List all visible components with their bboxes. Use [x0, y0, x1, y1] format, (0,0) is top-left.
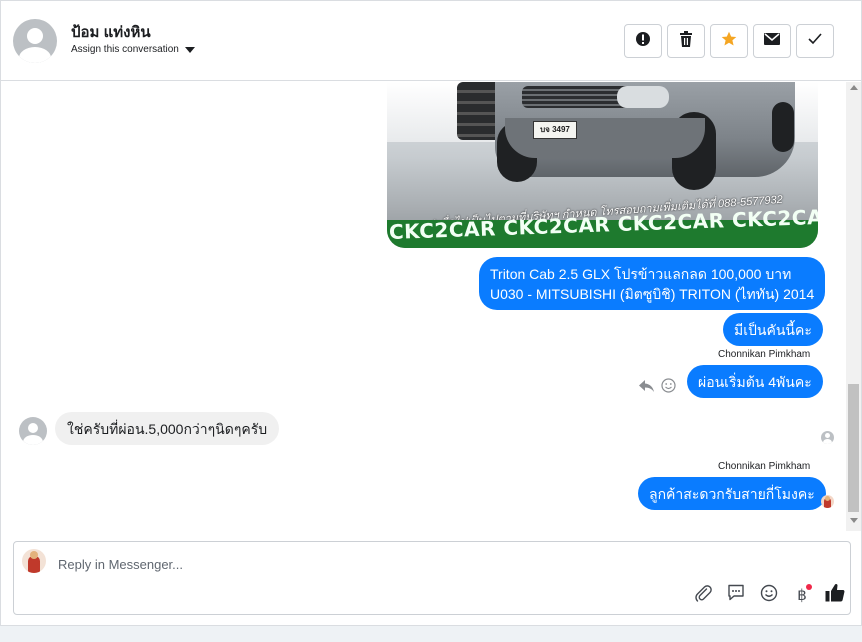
assign-conversation-dropdown[interactable]: Assign this conversation — [71, 44, 195, 55]
emoji-button[interactable] — [758, 584, 780, 606]
scroll-down-arrow-icon[interactable] — [850, 518, 858, 523]
trash-icon — [679, 30, 693, 52]
mark-done-button[interactable] — [796, 24, 834, 58]
reply-icon[interactable] — [639, 379, 655, 398]
chevron-down-icon — [184, 46, 195, 53]
reply-input[interactable] — [58, 554, 758, 574]
license-plate: บจ 3497 — [533, 121, 577, 139]
car-photo-attachment[interactable]: บจ 3497 *เมื่อไปเป็นไปตามที่บริษัทฯ กำหน… — [387, 82, 818, 248]
outgoing-message[interactable]: Triton Cab 2.5 GLX โปรข้าวแลกลด 100,000 … — [479, 257, 826, 310]
check-icon — [808, 32, 822, 50]
react-icon[interactable] — [661, 378, 676, 398]
emoji-icon — [760, 584, 778, 607]
outgoing-message[interactable]: ผ่อนเริ่มต้น 4พันคะ — [687, 365, 823, 398]
sender-name: Chonnikan Pimkham — [718, 349, 811, 360]
header-actions — [624, 24, 834, 58]
mail-icon — [764, 32, 780, 50]
message-thread[interactable]: บจ 3497 *เมื่อไปเป็นไปตามที่บริษัทฯ กำหน… — [1, 82, 846, 531]
page-read-avatar — [821, 495, 834, 508]
message-actions — [639, 378, 676, 398]
payment-button[interactable]: ฿ — [791, 584, 813, 606]
notification-dot — [806, 584, 812, 590]
saved-reply-icon — [727, 584, 745, 606]
conversation-header: ป้อม แท่งหิน Assign this conversation — [1, 1, 861, 81]
star-button[interactable] — [710, 24, 748, 58]
like-button[interactable] — [824, 583, 846, 607]
scrollbar-thumb[interactable] — [848, 384, 859, 512]
scroll-up-arrow-icon[interactable] — [850, 85, 858, 90]
star-icon — [721, 31, 737, 52]
sender-name: Chonnikan Pimkham — [718, 461, 811, 472]
baht-icon: ฿ — [797, 586, 807, 604]
reply-composer: ฿ — [13, 541, 851, 615]
mark-unread-button[interactable] — [753, 24, 791, 58]
contact-avatar[interactable] — [13, 19, 57, 63]
outgoing-message[interactable]: ลูกค้าสะดวกรับสายกี่โมงคะ — [638, 477, 826, 510]
message-line: Triton Cab 2.5 GLX โปรข้าวแลกลด 100,000 … — [490, 266, 792, 282]
spam-icon — [635, 31, 651, 52]
outgoing-message[interactable]: มีเป็นคันนี้คะ — [723, 313, 823, 346]
message-line: U030 - MITSUBISHI (มิตซูบิชิ) TRITON (ไท… — [490, 286, 815, 302]
delete-button[interactable] — [667, 24, 705, 58]
attach-icon — [694, 584, 712, 607]
composer-tools: ฿ — [692, 583, 846, 607]
incoming-message[interactable]: ใช่ครับที่ผ่อน.5,000กว่าๆนิดๆครับ — [55, 412, 280, 445]
contact-avatar-small — [19, 417, 47, 445]
saved-replies-button[interactable] — [725, 584, 747, 606]
seen-by-avatar — [821, 431, 834, 444]
attach-button[interactable] — [692, 584, 714, 606]
like-icon — [825, 583, 845, 607]
page-avatar — [22, 549, 46, 573]
contact-name[interactable]: ป้อม แท่งหิน — [71, 20, 151, 44]
mark-spam-button[interactable] — [624, 24, 662, 58]
assign-label: Assign this conversation — [71, 44, 179, 55]
messenger-window: ป้อม แท่งหิน Assign this conversation บจ… — [0, 0, 862, 626]
